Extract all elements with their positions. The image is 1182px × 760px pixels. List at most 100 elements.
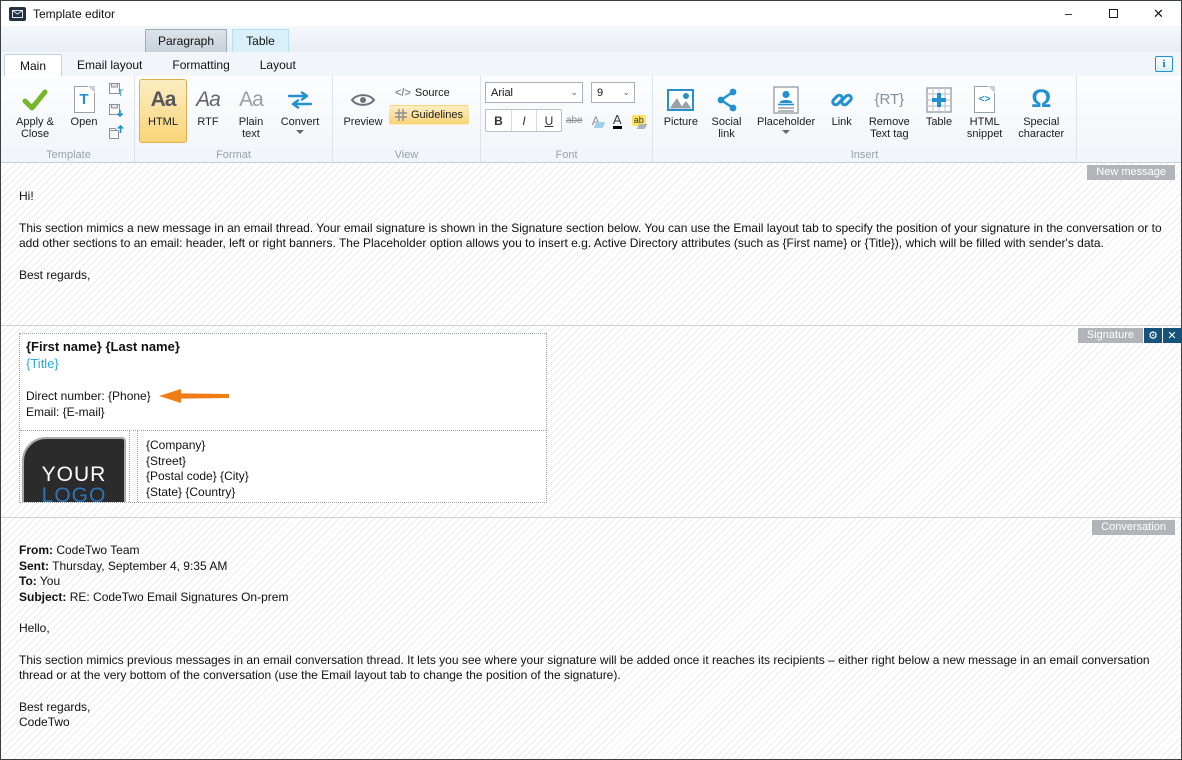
conversation-tag: Conversation — [1092, 520, 1175, 535]
maximize-button[interactable] — [1091, 1, 1136, 26]
format-html-button[interactable]: Aa HTML — [139, 79, 187, 143]
preview-button[interactable]: Preview — [337, 79, 389, 143]
open-document-icon: T — [74, 83, 95, 116]
convert-button[interactable]: Convert — [273, 79, 327, 143]
context-tab-table[interactable]: Table — [232, 29, 289, 52]
new-message-closing: Best regards, — [19, 268, 1163, 284]
eraser-icon — [594, 122, 606, 128]
group-label-insert: Insert — [653, 149, 1076, 161]
close-icon: ✕ — [1167, 329, 1176, 342]
close-button[interactable]: ✕ — [1136, 1, 1181, 26]
format-rtf-button[interactable]: Aa RTF — [187, 79, 229, 143]
signature-settings-button[interactable]: ⚙ — [1144, 328, 1162, 343]
placeholder-person-icon — [773, 83, 799, 116]
group-view: Preview </> Source Guidelines View — [333, 76, 481, 162]
convert-dropdown-caret — [296, 130, 304, 138]
convert-arrows-icon — [287, 83, 313, 116]
contextual-tab-row: Paragraph Table — [1, 26, 1181, 52]
window-title: Template editor — [33, 7, 115, 21]
signature-title-placeholder: {Title} — [26, 355, 540, 372]
postal-city-placeholder: {Postal code} {City} — [146, 469, 249, 485]
template-editor-window: Template editor – ✕ Paragraph Table Main… — [0, 0, 1182, 760]
maximize-icon — [1109, 9, 1118, 18]
new-message-body: This section mimics a new message in an … — [19, 221, 1163, 252]
green-check-icon — [22, 83, 48, 116]
table-grid-icon — [926, 83, 952, 116]
tab-email-layout[interactable]: Email layout — [62, 53, 157, 76]
html-snippet-icon: <> — [974, 83, 995, 116]
signature-tag: Signature — [1078, 328, 1143, 343]
rt-tag-icon: {RT} — [874, 91, 904, 108]
placeholder-button[interactable]: Placeholder — [748, 79, 823, 143]
remove-text-tag-button[interactable]: {RT} Remove Text tag — [860, 79, 920, 143]
font-color-button[interactable]: A — [608, 110, 627, 131]
underline-button[interactable]: U — [536, 110, 561, 131]
chevron-down-icon: ⌄ — [618, 87, 634, 98]
placeholder-dropdown-caret — [782, 130, 790, 138]
conversation-section[interactable]: Conversation From: CodeTwo Team Sent: Th… — [1, 517, 1181, 759]
format-plain-text-button[interactable]: Aa Plain text — [229, 79, 273, 143]
signature-remove-button[interactable]: ✕ — [1163, 328, 1181, 343]
context-tab-paragraph[interactable]: Paragraph — [145, 29, 227, 52]
new-message-section[interactable]: New message Hi! This section mimics a ne… — [1, 163, 1181, 325]
marker-pen-icon — [637, 124, 648, 129]
tab-layout[interactable]: Layout — [245, 53, 311, 76]
company-placeholder: {Company} — [146, 438, 249, 454]
social-link-button[interactable]: Social link — [705, 79, 749, 143]
template-canvas[interactable]: New message Hi! This section mimics a ne… — [1, 163, 1181, 759]
clear-formatting-button[interactable]: A — [587, 110, 606, 131]
conversation-body: This section mimics previous messages in… — [19, 653, 1163, 684]
apply-close-button[interactable]: Apply & Close — [7, 79, 63, 143]
group-format: Aa HTML Aa RTF Aa Plain text Convert For… — [135, 76, 333, 162]
save-download-button[interactable] — [107, 102, 125, 119]
open-button[interactable]: T Open — [63, 79, 105, 143]
svg-text:T: T — [118, 88, 124, 97]
conversation-from-line: From: CodeTwo Team — [19, 543, 1163, 559]
html-snippet-button[interactable]: <> HTML snippet — [959, 79, 1011, 143]
signature-email-placeholder: Email: {E-mail} — [26, 404, 105, 420]
new-message-tag: New message — [1087, 165, 1175, 180]
title-bar: Template editor – ✕ — [1, 1, 1181, 26]
import-file-button[interactable] — [107, 123, 125, 140]
group-label-template: Template — [3, 149, 134, 161]
highlight-color-button[interactable]: ab — [630, 110, 649, 131]
your-logo-image[interactable]: YOUR LOGO — [22, 437, 126, 502]
state-country-placeholder: {State} {Country} — [146, 485, 249, 501]
table-button[interactable]: Table — [919, 79, 959, 143]
font-size-select[interactable]: 9⌄ — [591, 82, 635, 103]
info-button[interactable]: i — [1155, 56, 1173, 72]
signature-block[interactable]: {First name} {Last name} {Title} Direct … — [19, 333, 547, 503]
chain-link-icon — [829, 83, 855, 116]
group-template: Apply & Close T Open T Template — [3, 76, 135, 162]
guidelines-grid-icon — [395, 109, 407, 121]
group-insert: Picture Social link Placeholder Link — [653, 76, 1077, 162]
strikethrough-button[interactable]: abe — [565, 110, 584, 131]
orange-arrow-icon — [159, 389, 229, 403]
signature-company-cell[interactable]: {Company} {Street} {Postal code} {City} … — [137, 431, 249, 502]
font-family-select[interactable]: Arial⌄ — [485, 82, 583, 103]
source-button[interactable]: </> Source — [389, 83, 469, 103]
chevron-down-icon: ⌄ — [566, 87, 582, 98]
save-as-template-button[interactable]: T — [107, 81, 125, 98]
signature-section[interactable]: Signature ⚙ ✕ {First name} {Last name} {… — [1, 325, 1181, 517]
guidelines-button[interactable]: Guidelines — [389, 105, 469, 125]
picture-icon — [667, 83, 694, 116]
signature-phone-placeholder: Direct number: {Phone} — [26, 388, 151, 404]
app-envelope-icon — [9, 7, 26, 21]
signature-name-placeholder: {First name} {Last name} — [26, 338, 540, 355]
minimize-button[interactable]: – — [1046, 1, 1091, 26]
group-label-font: Font — [481, 149, 652, 161]
picture-button[interactable]: Picture — [657, 79, 705, 143]
source-code-icon: </> — [395, 87, 411, 99]
conversation-greeting: Hello, — [19, 621, 1163, 637]
link-button[interactable]: Link — [824, 79, 860, 143]
tab-main[interactable]: Main — [4, 54, 62, 77]
tab-formatting[interactable]: Formatting — [157, 53, 244, 76]
new-message-greeting: Hi! — [19, 189, 1163, 205]
special-character-button[interactable]: Ω Special character — [1010, 79, 1072, 143]
italic-button[interactable]: I — [511, 110, 536, 131]
bold-button[interactable]: B — [486, 110, 511, 131]
conversation-subject-line: Subject: RE: CodeTwo Email Signatures On… — [19, 590, 1163, 606]
conversation-sent-line: Sent: Thursday, September 4, 9:35 AM — [19, 559, 1163, 575]
signature-logo-cell[interactable]: YOUR LOGO — [20, 431, 130, 502]
